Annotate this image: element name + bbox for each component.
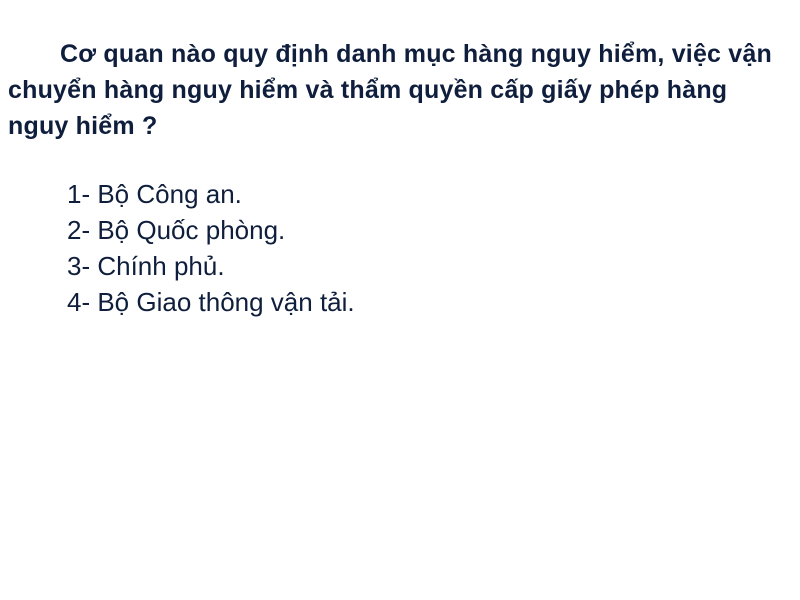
answer-option-1: 1- Bộ Công an. xyxy=(67,179,242,209)
answer-option-4: 4- Bộ Giao thông vận tải. xyxy=(67,287,355,317)
answer-option-2: 2- Bộ Quốc phòng. xyxy=(67,215,286,245)
answer-option-3: 3- Chính phủ. xyxy=(67,251,225,281)
question-text: Cơ quan nào quy định danh mục hàng nguy … xyxy=(8,40,772,140)
answer-list: 1- Bộ Công an. 2- Bộ Quốc phòng. 3- Chín… xyxy=(67,176,355,320)
